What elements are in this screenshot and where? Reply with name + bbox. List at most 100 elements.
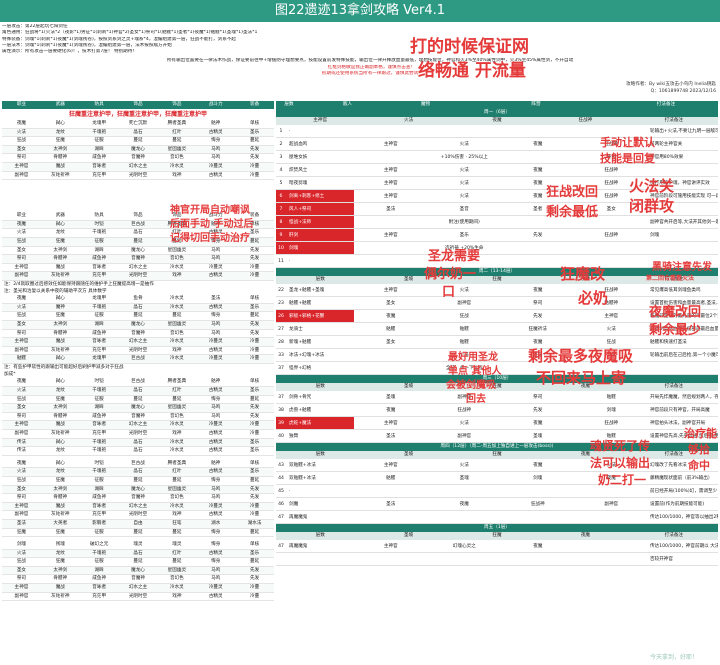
table-row: 狂战 狂魔 征服 蔓延 蔓延 悔身 蔓延 <box>2 477 274 486</box>
table-cell: 晶石 <box>133 448 143 454</box>
table-cell: 蔓延 <box>133 529 143 535</box>
role-cell: 主神官 <box>383 142 398 147</box>
table-cell: 龙纹 <box>55 388 65 393</box>
role-cell: 骷髅 <box>386 476 396 481</box>
table-cell: 马鸣 <box>211 330 221 336</box>
table-cell: 晶石 <box>133 230 143 236</box>
table-cell: 充茫甲 <box>92 273 107 279</box>
table-cell: 星固幽灵 <box>167 486 187 492</box>
table-cell: 火法 <box>16 304 27 310</box>
role-cell: 狂魔祈法 <box>528 327 547 332</box>
table-cell: 咸鱼神 <box>92 576 107 582</box>
left-warning-banner: 狂魔重注意护甲，狂魔重注意护甲，狂魔重注意护甲 <box>68 111 207 118</box>
tactic-note <box>648 362 718 374</box>
annotation: 法可以输出 <box>590 456 651 470</box>
tactic-note: 开局先炸魔魔，然后规划两人，存在魔 <box>650 395 718 400</box>
table-cell: 冷蔓 <box>249 422 260 428</box>
floor-row: 43 双骷髅+冰法 主神官 火法 夜魔 火法 幻魂改了先看冰法 <box>276 459 718 472</box>
table-cell: 音幻色 <box>169 155 184 161</box>
table-cell: 夜魔 <box>16 221 27 227</box>
table-cell: 副神官 <box>14 347 29 353</box>
table-cell: 戏神 <box>172 347 182 353</box>
annotation: 不回来马上寄 <box>536 369 627 387</box>
table-cell: 音魔神 <box>131 155 145 161</box>
role-cell: 副神官 <box>457 395 472 400</box>
table-cell: 冷水灵 <box>169 585 184 591</box>
tactic-note: 神官用80%效果 <box>650 155 684 160</box>
table-cell: 职业 <box>16 213 27 219</box>
table-cell: 古精灵 <box>208 388 223 393</box>
table-cell: 马鸣 <box>211 567 221 573</box>
table-cell: 魔战 <box>55 339 65 345</box>
table-cell: 古精灵 <box>208 512 223 518</box>
floor-number: 2 <box>279 142 283 147</box>
table-row: 狂战 狂魔 征服 蔓延 蔓延 悔身 蔓延 <box>2 396 274 405</box>
table-cell: 冷水灵 <box>169 264 184 270</box>
table-cell: 冷蔓 <box>249 264 260 270</box>
role-cell: 副神官 <box>604 502 619 507</box>
floor-row: 9 肝剑 主神官 圣乐 先发 狂战神 剑魂 <box>276 229 718 242</box>
table-cell: 蔓延 <box>172 559 182 565</box>
role-cell <box>428 511 502 523</box>
floor-number: 37 <box>278 395 284 400</box>
table-cell: 马鸣 <box>211 495 221 501</box>
floor-number: 46 <box>278 502 284 507</box>
table-cell: 主神官 <box>14 503 29 509</box>
left-table-6: 剑魂 残魂 破幻之元 魂灵 魂灵 悔身 单核 火法 龙纹 千魂袍 晶石 红叶 古精灵 圣乐 狂战 狂魔 征服 蔓延… <box>2 541 274 602</box>
table-cell: 千魂袍 <box>92 439 107 445</box>
table-cell: 太神剑 <box>53 405 68 411</box>
role-cell: 祭司 <box>533 301 543 306</box>
table-cell: 冷蔓灵 <box>208 163 223 169</box>
annotation: 单点 其他人 <box>448 366 502 377</box>
annotation: 记得切回手动治疗 <box>170 233 250 244</box>
role-cell: 圣魂 <box>459 476 469 481</box>
table-cell: 骨髅神 <box>53 576 68 582</box>
table-cell: 火法 <box>16 469 27 475</box>
table-row: 副神官 灰砣祈神 充茫甲 光阴时空 戏神 古精灵 冷蔓 <box>2 347 274 356</box>
table-cell: 饰品 <box>133 213 143 219</box>
enemy-name: · <box>289 259 291 264</box>
table-cell: 圣乐 <box>249 469 260 475</box>
role-cell: 附注(使用期间) <box>448 220 480 225</box>
table-cell: 弑心 <box>55 379 65 385</box>
enemy-name: 再魔魔鬼 <box>289 544 308 549</box>
annotation: 第二回合看看火法 <box>646 275 695 282</box>
credit-block: 攻略作者：By wiki五攻击小鸟内 Inelia钥匙 Q：1061899748… <box>626 82 716 95</box>
annotation: 回去 <box>466 394 486 405</box>
annotation: 后面手动 手动过后 <box>170 219 254 230</box>
table-row: 剑魂 残魂 破幻之元 魂灵 魂灵 悔身 单核 <box>2 541 274 550</box>
table-cell: 腾者圣典 <box>167 460 187 466</box>
table-row: 火法 龙纹 千魂袍 晶石 红叶 古精灵 圣乐 <box>2 387 274 396</box>
annotation: 剩余最低 <box>546 205 599 220</box>
section-subheader: 层数 圣坡 狂魔 夜魔 打法备注 <box>276 451 718 459</box>
table-cell: 死亡沉默 <box>128 121 148 126</box>
table-cell: 自由 <box>133 520 143 526</box>
table-cell: 魂灵 <box>172 542 182 548</box>
table-cell: 千魂袍 <box>92 469 107 475</box>
enemy-name <box>286 553 354 565</box>
table-cell: 音魔神 <box>131 576 145 582</box>
table-cell: 夜魔 <box>16 460 27 466</box>
table-cell: 先发 <box>249 322 260 328</box>
annotation: 技能是回复 <box>600 152 655 165</box>
table-cell: 祭司 <box>16 330 27 336</box>
table-cell: 圣女 <box>16 567 27 573</box>
table-cell: 副神官 <box>14 593 29 599</box>
table-cell: 蔓延 <box>249 477 260 483</box>
table-cell: 征服 <box>94 529 104 535</box>
table-cell: 太神剑 <box>53 322 68 328</box>
table-cell: 冷蔓 <box>249 172 260 178</box>
role-cell <box>501 511 575 523</box>
floor-row: 38 虎兽+骷髅 夜魔 狂战神 先发 剑魂 神官前段只有神官，开局高魔 <box>276 404 718 417</box>
role-cell: 主神官 <box>383 463 398 468</box>
role-cell: 圣法 <box>386 207 396 212</box>
table-cell: 魔龙心 <box>131 567 145 573</box>
table-cell: 单核 <box>249 296 260 302</box>
role-cell: 圣女 <box>386 301 396 306</box>
table-cell: 巨古战 <box>131 221 145 227</box>
table-row: 祭司 骨髅神 咸鱼神 音魔神 音幻色 马鸣 先发 <box>2 575 274 585</box>
floor-row: 46 剑魔 圣法 夜魔 狂战神 副神官 设置前(作为前期技能可能) <box>276 498 718 511</box>
table-cell: 先发 <box>249 256 260 262</box>
table-cell: 蔓延 <box>133 138 143 144</box>
table-cell: 单核 <box>249 121 260 126</box>
